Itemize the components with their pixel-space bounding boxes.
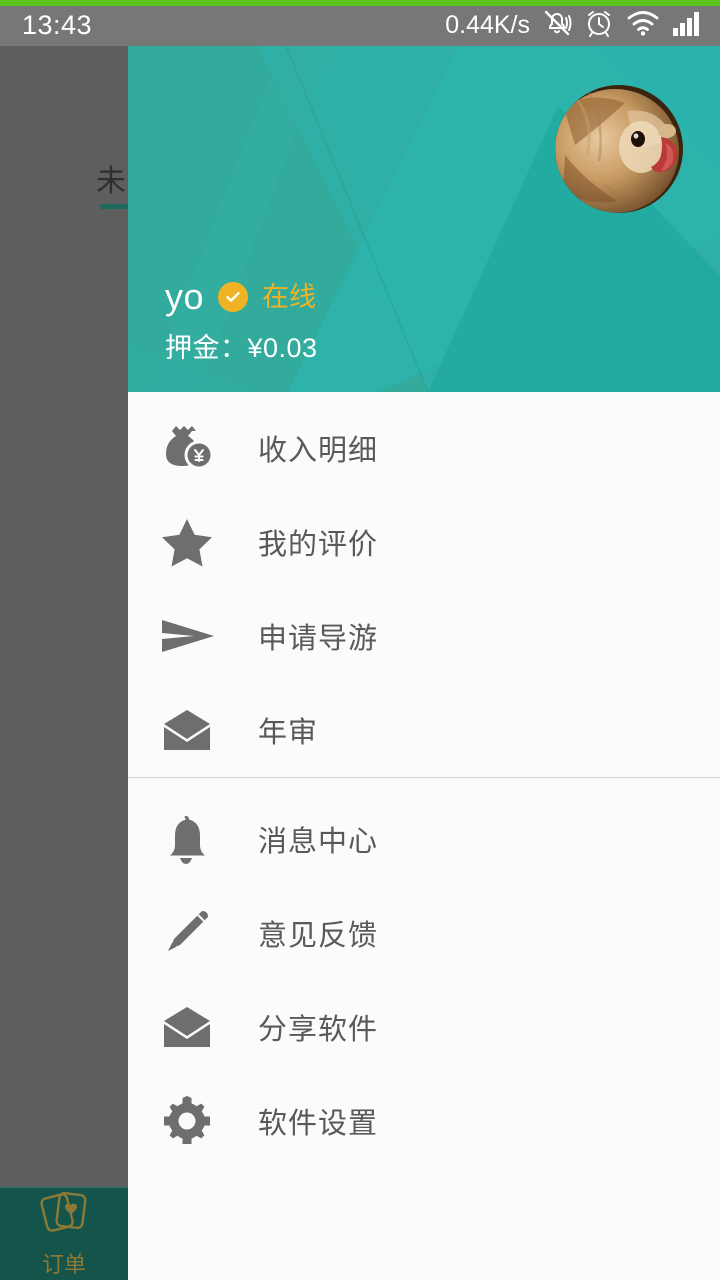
menu-item-share-app[interactable]: 分享软件 [128,980,720,1074]
money-bag-icon [160,422,232,474]
drawer-header[interactable]: yo 在线 押金：¥0.03 [128,46,720,392]
menu-item-my-reviews[interactable]: 我的评价 [128,495,720,589]
menu-item-message-center[interactable]: 消息中心 [128,792,720,886]
top-accent-line [0,0,720,6]
bottom-nav-item-orders[interactable]: 订单 [0,1186,128,1280]
envelope-icon [160,1005,232,1049]
menu-item-label: 消息中心 [258,826,379,858]
status-bar: 13:43 0.44K/s [0,0,720,46]
bottom-nav-label: 订单 [41,1251,86,1277]
send-icon [160,614,232,658]
background-tab-indicator [100,204,128,209]
user-name: yo [165,276,205,317]
deposit-amount: 押金：¥0.03 [165,333,318,363]
alarm-clock-icon [584,8,614,43]
user-name-row: yo 在线 [165,279,318,315]
menu-item-label: 分享软件 [258,1014,379,1046]
menu-item-income-details[interactable]: 收入明细 [128,401,720,495]
status-time: 13:43 [22,9,93,40]
drawer-menu: 收入明细 我的评价 申请导游 年审 消息中心 意见反馈 分享软件 软件设置 [128,392,720,1168]
avatar[interactable] [555,85,683,213]
online-status-label: 在线 [262,281,317,312]
status-icons: 0.44K/s [445,8,704,43]
pencil-icon [160,907,232,959]
menu-item-label: 年审 [258,717,319,749]
menu-item-app-settings[interactable]: 软件设置 [128,1074,720,1168]
vibrate-off-icon [542,8,572,43]
network-speed-label: 0.44K/s [445,10,530,39]
menu-item-label: 申请导游 [258,623,379,655]
dog-avatar [555,85,683,213]
navigation-drawer: yo 在线 押金：¥0.03 收入明细 我的评价 申请导游 年审 消息中心 意见… [128,46,720,1280]
bell-icon [160,813,232,865]
phone-screen: 未 订单 yo 在线 押金：¥0.03 收入明细 我的评价 申请导游 年审 消息… [0,0,720,1280]
star-icon [160,516,232,568]
background-tab-label: 未 [96,165,126,198]
menu-item-label: 我的评价 [258,529,379,561]
signal-bars-icon [672,9,704,42]
profile-block: yo 在线 押金：¥0.03 [165,279,318,362]
drawer-scrim-overlay[interactable]: 未 订单 [0,46,128,1280]
menu-item-annual-review[interactable]: 年审 [128,683,720,777]
gear-icon [160,1094,232,1148]
menu-item-apply-guide[interactable]: 申请导游 [128,589,720,683]
menu-item-label: 收入明细 [258,435,379,467]
wifi-icon [626,9,660,42]
envelope-icon [160,708,232,752]
menu-item-feedback[interactable]: 意见反馈 [128,886,720,980]
menu-group-secondary: 消息中心 意见反馈 分享软件 软件设置 [128,778,720,1168]
check-badge-icon [218,282,249,312]
menu-item-label: 软件设置 [258,1108,379,1140]
menu-group-primary: 收入明细 我的评价 申请导游 年审 [128,392,720,777]
cards-heart-icon [38,1190,90,1241]
menu-item-label: 意见反馈 [258,920,379,952]
